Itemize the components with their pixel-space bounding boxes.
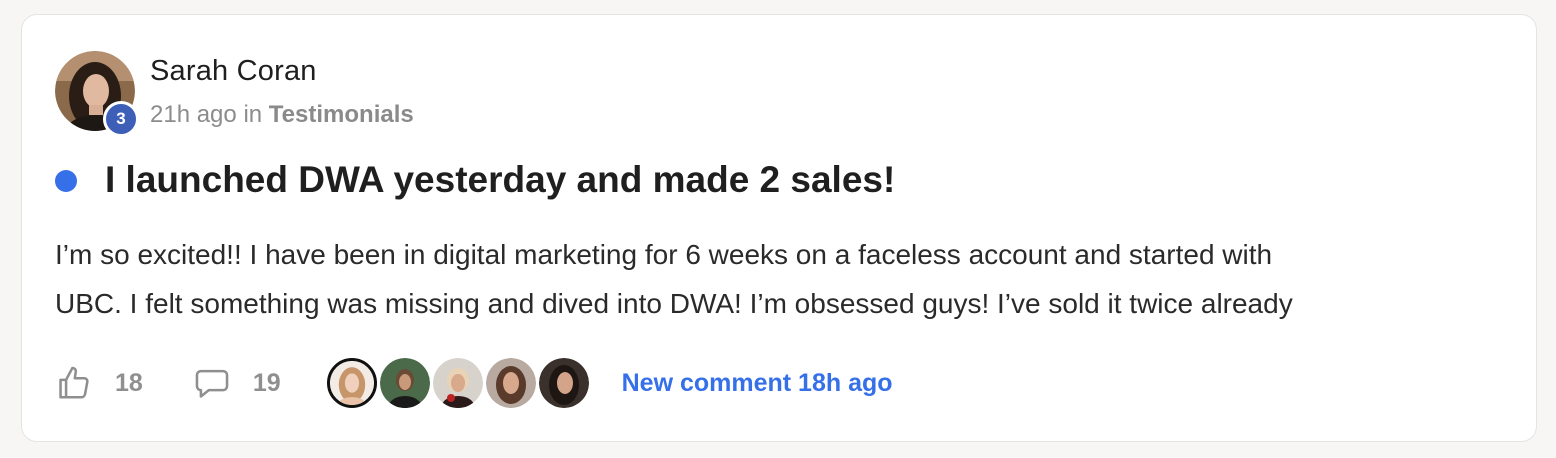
post-title[interactable]: I launched DWA yesterday and made 2 sale… — [105, 159, 895, 201]
post-body[interactable]: I’m so excited!! I have been in digital … — [55, 230, 1495, 328]
commenter-avatar[interactable] — [432, 358, 483, 408]
new-comment-link[interactable]: New comment 18h ago — [622, 369, 893, 398]
post-body-line: UBC. I felt something was missing and di… — [55, 288, 1293, 319]
comment-count: 19 — [252, 368, 281, 397]
unread-dot — [55, 170, 77, 192]
post-actions: 18 19 New comment 18h ago — [55, 355, 893, 411]
post-meta: 21h ago in Testimonials — [150, 101, 414, 129]
post-time: 21h ago — [150, 101, 237, 128]
level-badge: 3 — [103, 101, 139, 137]
commenter-avatar[interactable] — [326, 358, 377, 408]
thumbs-up-icon — [59, 366, 89, 399]
post-card[interactable]: 3 Sarah Coran 21h ago in Testimonials I … — [21, 14, 1537, 442]
comment-button[interactable]: 19 — [193, 364, 281, 402]
author-avatar-wrap[interactable]: 3 — [55, 51, 139, 137]
like-button[interactable]: 18 — [55, 364, 143, 402]
author-name[interactable]: Sarah Coran — [150, 55, 317, 88]
like-count: 18 — [115, 368, 143, 397]
post-body-line: I’m so excited!! I have been in digital … — [55, 239, 1273, 270]
commenter-avatar[interactable] — [538, 358, 589, 408]
recent-commenters[interactable] — [326, 358, 592, 408]
commenter-avatar[interactable] — [379, 358, 430, 408]
in-label: in — [243, 101, 263, 128]
category-link[interactable]: Testimonials — [269, 101, 414, 128]
comment-bubble-icon — [195, 369, 229, 398]
commenter-avatar[interactable] — [485, 358, 536, 408]
